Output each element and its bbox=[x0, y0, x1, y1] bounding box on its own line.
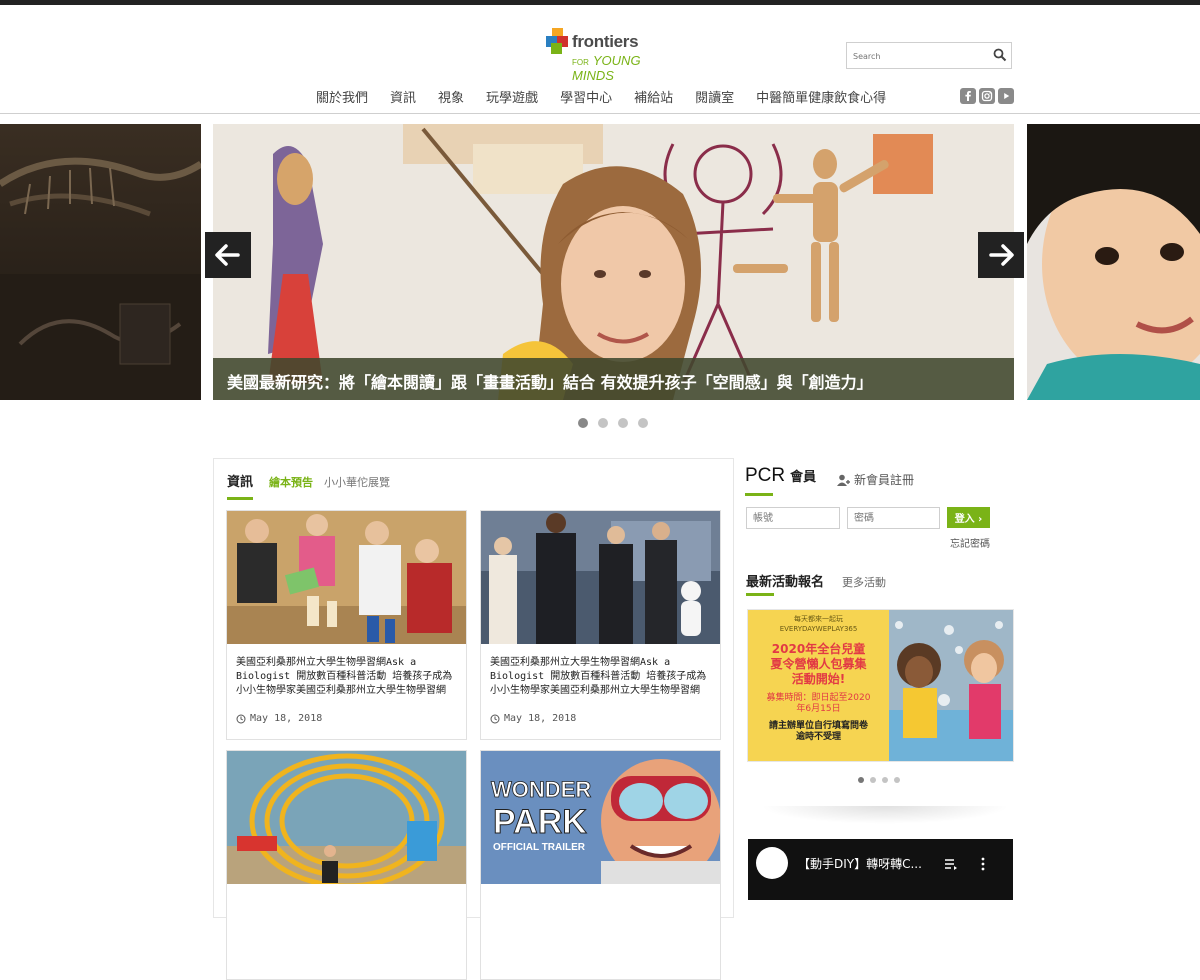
clock-icon bbox=[236, 714, 246, 723]
banner-note: 請主辦單位自行填寫問卷 逾時不受理 bbox=[768, 721, 868, 742]
news-card[interactable]: 美國亞利桑那州立大學生物學習網Ask a Biologist 開放數百種科普活動… bbox=[226, 510, 467, 740]
search-icon[interactable] bbox=[993, 48, 1007, 62]
carousel-next-button[interactable] bbox=[978, 232, 1024, 278]
news-tabs: 資訊 繪本預告 小小華佗展覽 bbox=[227, 471, 401, 500]
nav-item-news[interactable]: 資訊 bbox=[390, 87, 416, 107]
tab-picture-book[interactable]: 繪本預告 bbox=[269, 474, 313, 490]
event-banner-photo bbox=[889, 610, 1013, 761]
nav-item-video[interactable]: 視象 bbox=[438, 87, 464, 107]
events-heading: 最新活動報名 更多活動 bbox=[746, 571, 886, 590]
hero-slide-next[interactable] bbox=[1027, 124, 1200, 400]
channel-avatar bbox=[756, 847, 788, 879]
hero-slide-prev[interactable] bbox=[0, 124, 201, 400]
news-card-image: WONDER PARK OFFICIAL TRAILER bbox=[481, 751, 720, 884]
header-divider bbox=[0, 113, 1200, 114]
hero-dot-4[interactable] bbox=[638, 418, 648, 428]
event-banner[interactable]: 每天都來一起玩 EVERYDAYWEPLAY365 2020年全台兒童 夏令營懶人包… bbox=[747, 609, 1014, 762]
search-input[interactable] bbox=[853, 48, 983, 64]
main-nav: 關於我們 資訊 視象 玩學遊戲 學習中心 補給站 閱讀室 中醫簡單健康飲食心得 bbox=[316, 87, 908, 107]
news-panel: 資訊 繪本預告 小小華佗展覽 美國亞利桑那州立大學生物學習網Ask a Biol… bbox=[213, 458, 734, 980]
instagram-icon[interactable] bbox=[979, 88, 995, 104]
news-card-date: May 18, 2018 bbox=[490, 713, 576, 724]
frontiers-logo[interactable]: frontiers FOR YOUNG MINDS bbox=[546, 26, 686, 83]
nav-item-supply[interactable]: 補給站 bbox=[634, 87, 673, 107]
wonder-park-line3: OFFICIAL TRAILER bbox=[493, 842, 586, 853]
hero-dot-3[interactable] bbox=[618, 418, 628, 428]
events-pagination bbox=[858, 777, 900, 783]
account-input[interactable] bbox=[746, 507, 840, 529]
event-banner-text: 每天都來一起玩 EVERYDAYWEPLAY365 2020年全台兒童 夏令營懶人包… bbox=[748, 610, 889, 761]
wonder-park-line2: PARK bbox=[493, 803, 587, 841]
news-card[interactable]: WONDER PARK OFFICIAL TRAILER bbox=[480, 750, 721, 980]
youtube-icon[interactable] bbox=[998, 88, 1014, 104]
user-add-icon bbox=[837, 474, 850, 486]
news-card-title: 美國亞利桑那州立大學生物學習網Ask a Biologist 開放數百種科普活動… bbox=[236, 657, 453, 696]
member-heading: PCR 會員 bbox=[745, 465, 816, 487]
banner-headline: 2020年全台兒童 夏令營懶人包募集 活動開始! bbox=[770, 642, 867, 686]
register-link[interactable]: 新會員註冊 bbox=[837, 471, 914, 488]
news-card-image bbox=[481, 511, 720, 644]
events-heading-underline bbox=[746, 593, 774, 596]
video-embed[interactable]: 【動手DIY】轉呀轉C... bbox=[748, 839, 1013, 900]
hero-pagination bbox=[578, 418, 648, 428]
hero-dot-2[interactable] bbox=[598, 418, 608, 428]
events-dot-3[interactable] bbox=[882, 777, 888, 783]
forgot-password-link[interactable]: 忘記密碼 bbox=[950, 535, 990, 550]
banner-brand: 每天都來一起玩 EVERYDAYWEPLAY365 bbox=[779, 615, 858, 633]
banner-period: 募集時間：即日起至2020 年6月15日 bbox=[766, 693, 871, 714]
hero-dot-1[interactable] bbox=[578, 418, 588, 428]
pcr-brand: PCR bbox=[745, 465, 786, 486]
login-button[interactable]: 登入 › bbox=[947, 507, 990, 528]
password-input[interactable] bbox=[847, 507, 940, 529]
nav-item-tcm-diet[interactable]: 中醫簡單健康飲食心得 bbox=[756, 87, 886, 107]
events-dot-2[interactable] bbox=[870, 777, 876, 783]
clock-icon bbox=[490, 714, 500, 723]
wonder-park-line1: WONDER bbox=[491, 777, 591, 802]
logo-cubes-icon bbox=[546, 28, 570, 54]
events-title: 最新活動報名 bbox=[746, 575, 825, 590]
logo-wordmark: frontiers bbox=[572, 32, 639, 51]
tab-little-huatuo[interactable]: 小小華佗展覽 bbox=[324, 474, 390, 490]
nav-item-games[interactable]: 玩學遊戲 bbox=[486, 87, 538, 107]
carousel-prev-button[interactable] bbox=[205, 232, 251, 278]
hero-slide-main[interactable]: 美國最新研究：將「繪本閱讀」跟「畫畫活動」結合 有效提升孩子「空間感」與「創造力… bbox=[213, 124, 1014, 400]
news-card-image bbox=[227, 511, 466, 644]
logo-subtitle: FOR YOUNG MINDS bbox=[572, 53, 641, 83]
more-events-link[interactable]: 更多活動 bbox=[842, 574, 886, 590]
arrow-right-icon bbox=[989, 244, 1014, 266]
member-label: 會員 bbox=[790, 470, 817, 485]
playlist-icon[interactable] bbox=[944, 857, 958, 871]
news-card-title: 美國亞利桑那州立大學生物學習網Ask a Biologist 開放數百種科普活動… bbox=[490, 657, 707, 696]
more-vertical-icon[interactable] bbox=[980, 857, 986, 871]
nav-item-learning[interactable]: 學習中心 bbox=[560, 87, 612, 107]
member-heading-underline bbox=[745, 493, 773, 496]
events-dot-4[interactable] bbox=[894, 777, 900, 783]
hero-caption: 美國最新研究：將「繪本閱讀」跟「畫畫活動」結合 有效提升孩子「空間感」與「創造力… bbox=[213, 358, 1014, 400]
nav-item-reading[interactable]: 閱讀室 bbox=[695, 87, 734, 107]
news-section-title: 資訊 bbox=[227, 471, 254, 500]
news-card-date: May 18, 2018 bbox=[236, 713, 322, 724]
news-card-image bbox=[227, 751, 466, 884]
events-dot-1[interactable] bbox=[858, 777, 864, 783]
facebook-icon[interactable] bbox=[960, 88, 976, 104]
search-box bbox=[846, 42, 1012, 69]
events-divider-shadow bbox=[760, 806, 1010, 824]
social-links bbox=[960, 88, 1014, 104]
arrow-left-icon bbox=[215, 244, 240, 266]
top-bar bbox=[0, 0, 1200, 5]
video-title: 【動手DIY】轉呀轉C... bbox=[798, 857, 922, 871]
news-card[interactable]: 美國亞利桑那州立大學生物學習網Ask a Biologist 開放數百種科普活動… bbox=[480, 510, 721, 740]
news-card[interactable] bbox=[226, 750, 467, 980]
nav-item-about[interactable]: 關於我們 bbox=[316, 87, 368, 107]
